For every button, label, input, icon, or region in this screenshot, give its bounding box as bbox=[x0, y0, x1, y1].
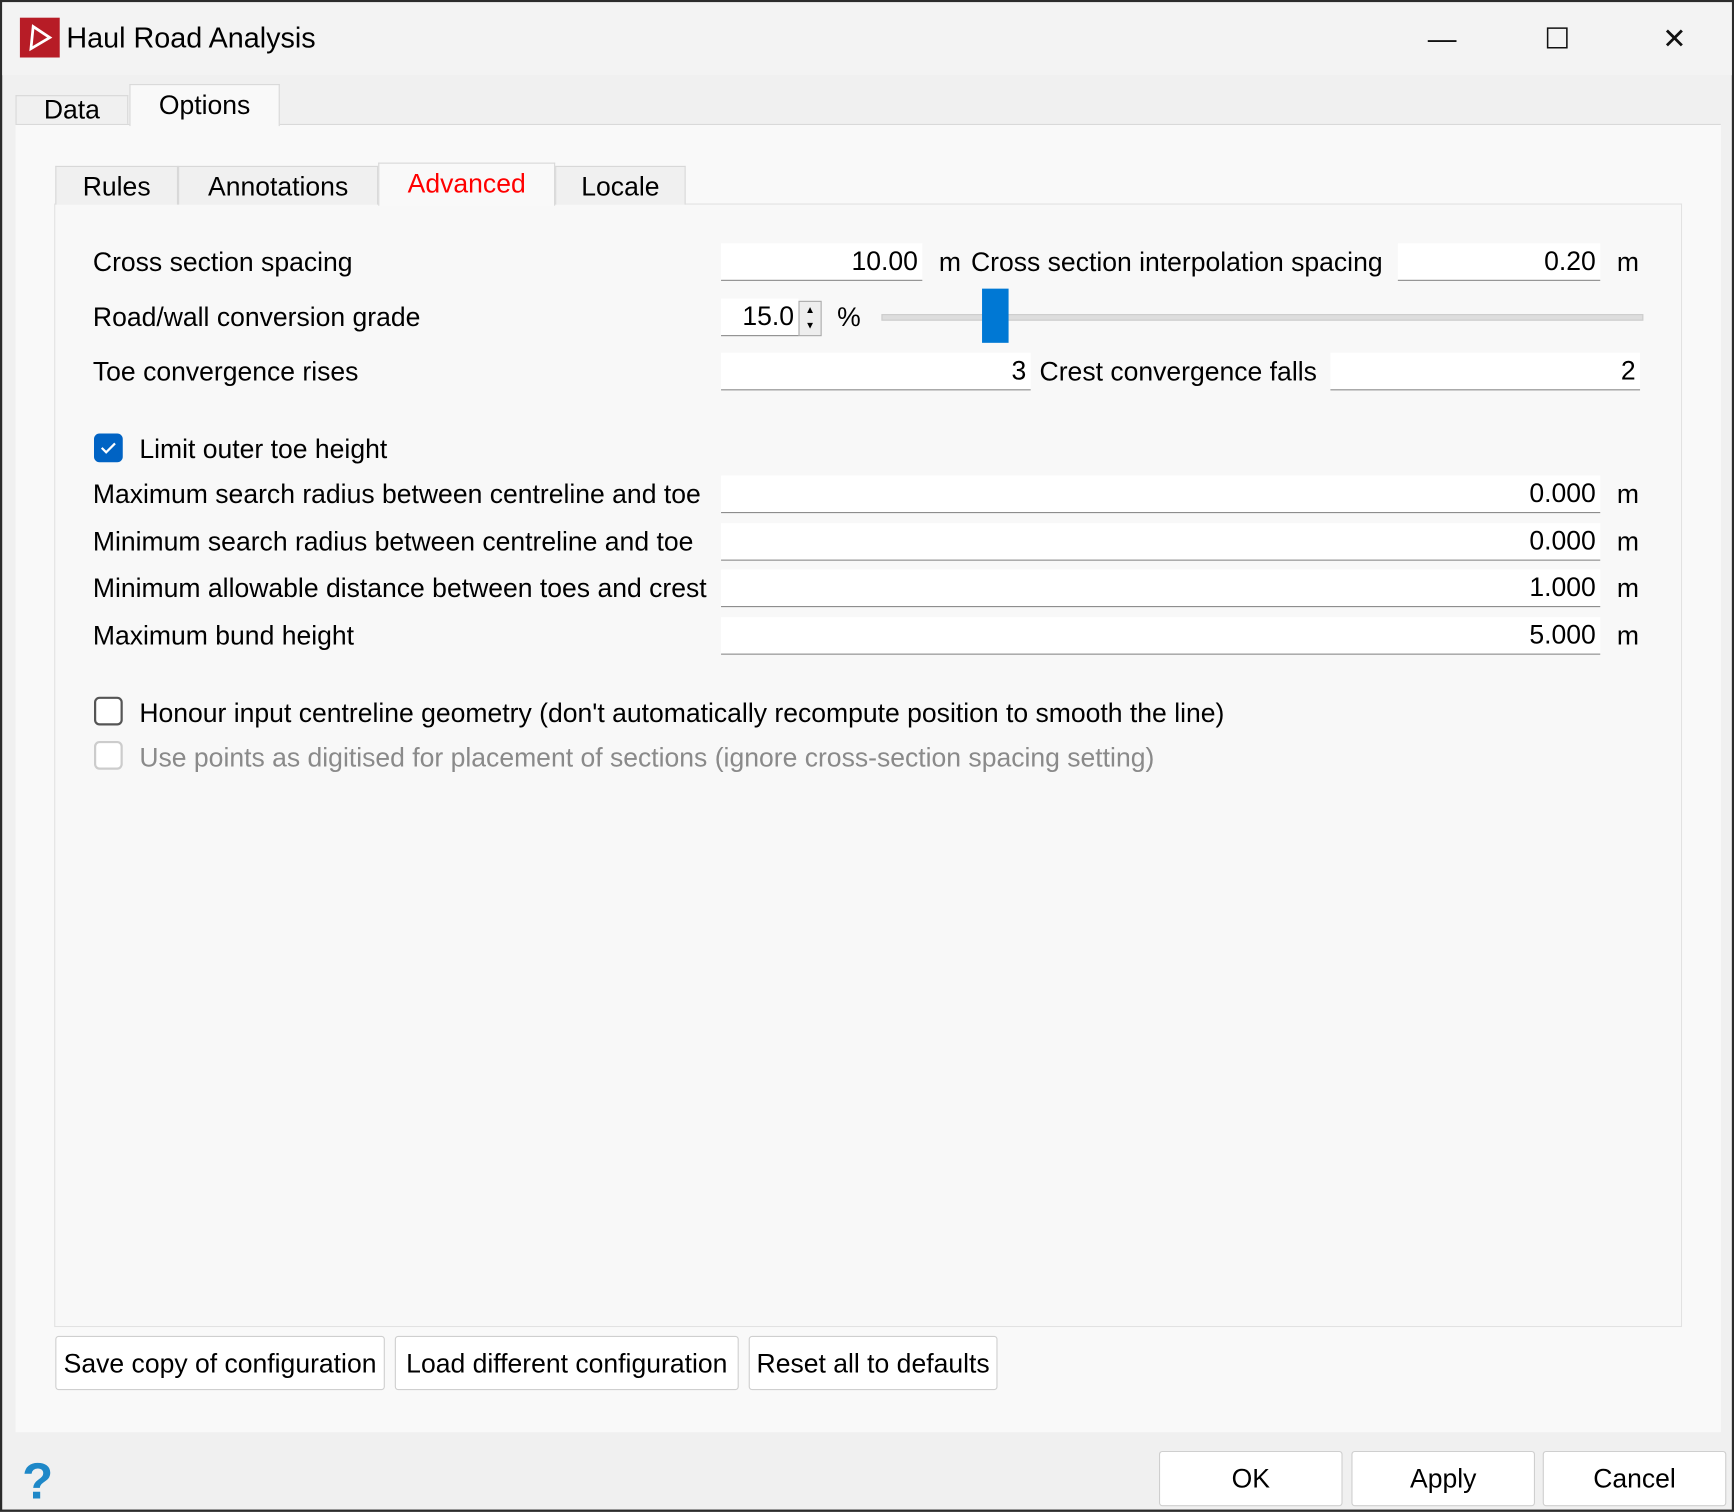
max-search-label: Maximum search radius between centreline… bbox=[92, 479, 701, 510]
save-config-button[interactable]: Save copy of configuration bbox=[55, 1335, 385, 1391]
conversion-grade-unit: % bbox=[837, 303, 861, 333]
min-dist-input[interactable]: 1.000 bbox=[721, 569, 1601, 608]
min-search-input[interactable]: 0.000 bbox=[721, 523, 1601, 561]
limit-toe-checkbox[interactable] bbox=[94, 433, 123, 463]
reset-defaults-button[interactable]: Reset all to defaults bbox=[748, 1335, 998, 1391]
max-search-input[interactable]: 0.000 bbox=[721, 475, 1601, 514]
ok-button[interactable]: OK bbox=[1158, 1450, 1343, 1507]
crest-falls-input[interactable]: 2 bbox=[1330, 352, 1641, 391]
use-points-label: Use points as digitised for placement of… bbox=[139, 743, 1155, 774]
haul-road-dialog: Haul Road Analysis — ☐ ✕ Data Options Ru… bbox=[0, 0, 1734, 1512]
tab-locale[interactable]: Locale bbox=[555, 165, 686, 205]
min-dist-label: Minimum allowable distance between toes … bbox=[92, 573, 707, 604]
cross-section-spacing-label: Cross section spacing bbox=[92, 247, 353, 278]
min-dist-unit: m bbox=[1616, 573, 1639, 604]
use-points-checkbox[interactable] bbox=[94, 740, 123, 770]
tab-annotations[interactable]: Annotations bbox=[178, 165, 379, 205]
minimize-button[interactable]: — bbox=[1409, 13, 1475, 64]
conversion-grade-label: Road/wall conversion grade bbox=[92, 303, 421, 333]
tab-data[interactable]: Data bbox=[15, 95, 129, 127]
limit-toe-label: Limit outer toe height bbox=[139, 434, 388, 465]
maximize-button[interactable]: ☐ bbox=[1524, 13, 1590, 64]
close-button[interactable]: ✕ bbox=[1641, 13, 1707, 64]
max-bund-label: Maximum bund height bbox=[92, 621, 355, 652]
honour-geometry-label: Honour input centreline geometry (don't … bbox=[139, 698, 1225, 729]
cancel-button[interactable]: Cancel bbox=[1542, 1450, 1727, 1507]
toe-rises-label: Toe convergence rises bbox=[92, 357, 359, 388]
help-icon[interactable]: ? bbox=[22, 1451, 53, 1511]
toe-rises-input[interactable]: 3 bbox=[721, 352, 1031, 391]
interp-spacing-unit: m bbox=[1616, 247, 1639, 278]
window-title: Haul Road Analysis bbox=[66, 21, 316, 55]
conversion-grade-spinbox[interactable]: 15.0 bbox=[721, 298, 799, 337]
honour-geometry-checkbox[interactable] bbox=[94, 696, 123, 726]
cross-section-spacing-input[interactable]: 10.00 bbox=[721, 243, 923, 281]
grade-slider-handle[interactable] bbox=[982, 288, 1009, 343]
spin-down-icon[interactable]: ▼ bbox=[800, 317, 821, 332]
spinbox-arrows[interactable]: ▲ ▼ bbox=[798, 300, 822, 337]
apply-button[interactable]: Apply bbox=[1351, 1450, 1535, 1507]
load-config-button[interactable]: Load different configuration bbox=[394, 1335, 739, 1391]
interp-spacing-input[interactable]: 0.20 bbox=[1397, 243, 1601, 281]
cross-section-spacing-unit: m bbox=[938, 247, 962, 278]
spin-up-icon[interactable]: ▲ bbox=[800, 302, 821, 317]
max-bund-unit: m bbox=[1616, 621, 1639, 652]
tab-advanced[interactable]: Advanced bbox=[378, 162, 556, 206]
tab-options[interactable]: Options bbox=[129, 84, 280, 127]
interp-spacing-label: Cross section interpolation spacing bbox=[970, 247, 1383, 278]
max-search-unit: m bbox=[1616, 479, 1639, 510]
tab-rules[interactable]: Rules bbox=[55, 165, 179, 205]
min-search-label: Minimum search radius between centreline… bbox=[92, 527, 694, 558]
app-logo-icon bbox=[19, 17, 60, 58]
min-search-unit: m bbox=[1616, 527, 1639, 558]
max-bund-input[interactable]: 5.000 bbox=[721, 617, 1601, 655]
crest-falls-label: Crest convergence falls bbox=[1039, 357, 1317, 388]
